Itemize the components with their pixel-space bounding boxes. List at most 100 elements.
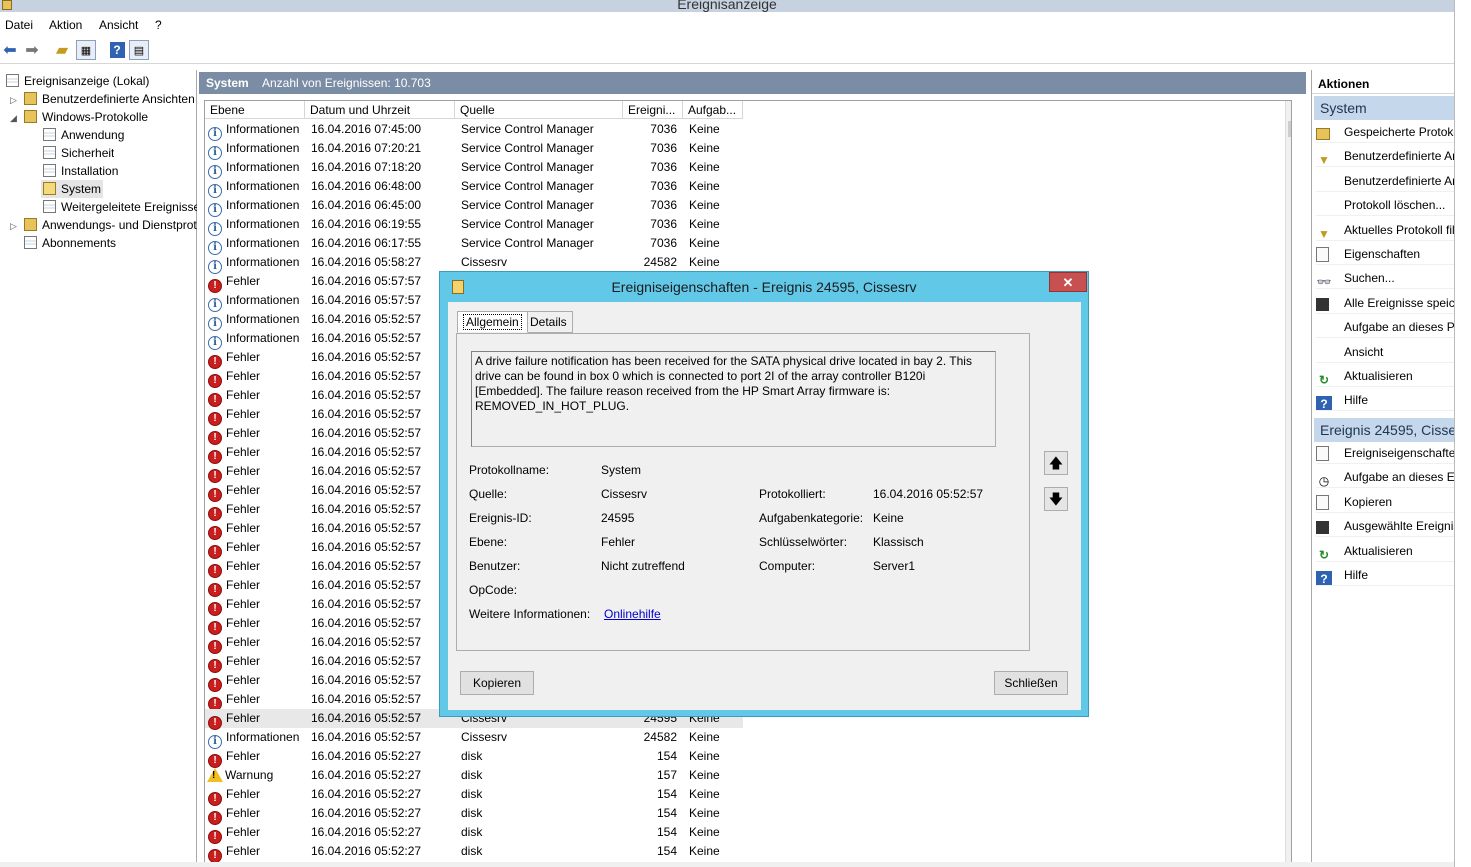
table-row[interactable]: i Informationen 16.04.2016 06:48:00 Service…: [205, 177, 743, 198]
level-text: Informationen: [226, 179, 300, 193]
vertical-scrollbar[interactable]: ▲: [1285, 101, 1291, 866]
column-header-source[interactable]: Quelle: [455, 101, 623, 119]
action-item[interactable]: Kopieren: [1316, 491, 1454, 513]
date-cell: 16.04.2016 05:57:57: [311, 274, 422, 288]
table-row[interactable]: ! Warnung 16.04.2016 05:52:27 disk 157 Keine: [205, 766, 743, 785]
tree-item-app-service-logs[interactable]: Anwendungs- und Dienstprotokolle: [24, 216, 197, 234]
table-row[interactable]: ! Fehler 16.04.2016 05:52:27 disk 154 Keine: [205, 804, 743, 825]
table-row[interactable]: ! Fehler 16.04.2016 05:52:27 disk 154 Keine: [205, 785, 743, 806]
online-help-link[interactable]: Onlinehilfe: [604, 607, 661, 621]
table-row[interactable]: i Informationen 16.04.2016 07:18:20 Service…: [205, 158, 743, 179]
level-cell: i Informationen: [205, 291, 305, 312]
action-item[interactable]: ? Hilfe: [1316, 389, 1454, 412]
level-cell: ! Fehler: [205, 747, 305, 768]
toolbar: ⬅ ➡ ▰ ▦ ? ▤: [0, 38, 1454, 64]
table-row[interactable]: i Informationen 16.04.2016 07:45:00 Service…: [205, 120, 743, 141]
level-cell: ! Fehler: [205, 424, 305, 445]
table-row[interactable]: i Informationen 16.04.2016 06:17:55 Service…: [205, 234, 743, 255]
column-header-date[interactable]: Datum und Uhrzeit: [305, 101, 455, 119]
action-item[interactable]: Gespeicherte Protokolle: [1316, 121, 1454, 143]
action-item[interactable]: Eigenschaften: [1316, 243, 1454, 265]
table-row[interactable]: i Informationen 16.04.2016 07:20:21 Service…: [205, 139, 743, 160]
dialog-title: Ereigniseigenschaften - Ereignis 24595, …: [611, 279, 917, 295]
tree-item-system[interactable]: System: [41, 180, 104, 198]
level-cell: ! Fehler: [205, 443, 305, 464]
table-row[interactable]: i Informationen 16.04.2016 05:58:27 Cissesr…: [205, 253, 743, 274]
tree-item-root[interactable]: Ereignisanzeige (Lokal): [6, 72, 149, 90]
level-cell: ! Fehler: [205, 633, 305, 654]
level-text: Fehler: [226, 369, 261, 383]
back-arrow-icon[interactable]: ⬅: [0, 40, 20, 60]
action-item[interactable]: ? Hilfe: [1316, 564, 1454, 586]
close-icon[interactable]: ✕: [1049, 272, 1087, 292]
folder-up-icon[interactable]: ▰: [52, 40, 72, 60]
tree-item-security[interactable]: Sicherheit: [43, 144, 114, 162]
column-header-task[interactable]: Aufgab...: [683, 101, 743, 119]
level-cell: ! Fehler: [205, 804, 305, 825]
table-row[interactable]: i Informationen 16.04.2016 05:52:57 Cissesr…: [205, 728, 743, 749]
logged-label: Protokolliert:: [759, 487, 826, 501]
tree-item-application[interactable]: Anwendung: [43, 126, 124, 144]
chevron-down-icon[interactable]: ◢: [10, 113, 17, 124]
tree-item-custom-views[interactable]: Benutzerdefinierte Ansichten: [24, 90, 197, 108]
menu-datei[interactable]: Datei: [5, 18, 33, 32]
forward-arrow-icon[interactable]: ➡: [22, 40, 42, 60]
previous-event-button[interactable]: 🡅: [1044, 451, 1068, 475]
action-item[interactable]: Ausgewählte Ereignisse: [1316, 515, 1454, 538]
action-item[interactable]: ↻ Aktualisieren: [1316, 540, 1454, 562]
tree-item-subscriptions[interactable]: Abonnements: [24, 234, 116, 252]
level-text: Fehler: [226, 787, 261, 801]
table-row[interactable]: ! Fehler 16.04.2016 05:52:27 disk 154 Keine: [205, 747, 743, 768]
date-cell: 16.04.2016 05:52:57: [311, 597, 422, 611]
close-button[interactable]: Schließen: [994, 671, 1068, 695]
panel-icon[interactable]: ▤: [129, 40, 149, 60]
window-edge: [1454, 0, 1471, 867]
action-item[interactable]: 👓 Suchen...: [1316, 267, 1454, 290]
action-item[interactable]: Protokoll löschen...: [1316, 194, 1454, 217]
date-cell: 16.04.2016 05:52:57: [311, 559, 422, 573]
menu-ansicht[interactable]: Ansicht: [99, 18, 138, 32]
action-item[interactable]: Aufgabe an dieses Protokoll: [1316, 316, 1454, 339]
menu-help[interactable]: ?: [155, 18, 162, 32]
level-text: Fehler: [226, 825, 261, 839]
help-icon[interactable]: ?: [107, 40, 127, 60]
column-header-level[interactable]: Ebene: [205, 101, 305, 119]
chevron-right-icon[interactable]: ▷: [10, 221, 17, 232]
action-item[interactable]: ▼ Aktuelles Protokoll filtern: [1316, 219, 1454, 241]
properties-icon[interactable]: ▦: [76, 40, 96, 60]
level-text: Fehler: [226, 673, 261, 687]
action-item[interactable]: Benutzerdefinierte Ansicht: [1316, 170, 1454, 192]
column-header-event-id[interactable]: Ereigni...: [623, 101, 683, 119]
scroll-thumb[interactable]: [1288, 121, 1291, 137]
tree-item-label: Benutzerdefinierte Ansichten: [42, 92, 195, 106]
level-text: Fehler: [226, 407, 261, 421]
action-item[interactable]: ↻ Aktualisieren: [1316, 365, 1454, 387]
action-item[interactable]: ◷ Aufgabe an dieses Ereignis: [1316, 466, 1454, 489]
actions-section-event[interactable]: Ereignis 24595, Cissesrv: [1314, 418, 1454, 442]
table-row[interactable]: ! Fehler 16.04.2016 05:52:27 disk 154 Keine: [205, 842, 743, 863]
tab-general[interactable]: Allgemein: [457, 311, 528, 333]
tree-item-setup[interactable]: Installation: [43, 162, 118, 180]
next-event-button[interactable]: 🡇: [1044, 487, 1068, 511]
source-cell: disk: [461, 768, 483, 782]
action-item[interactable]: ▼ Benutzerdefinierte Ansicht: [1316, 145, 1454, 168]
table-row[interactable]: ! Fehler 16.04.2016 05:52:27 disk 154 Keine: [205, 823, 743, 844]
action-item[interactable]: Ereigniseigenschaften: [1316, 442, 1454, 464]
table-row[interactable]: i Informationen 16.04.2016 06:45:00 Service…: [205, 196, 743, 217]
tab-details[interactable]: Details: [524, 311, 573, 333]
event-description[interactable]: A drive failure notification has been re…: [471, 351, 996, 447]
task-cell: Keine: [689, 122, 720, 136]
chevron-right-icon[interactable]: ▷: [10, 95, 17, 106]
scroll-up-icon[interactable]: ▲: [1286, 101, 1291, 117]
menu-aktion[interactable]: Aktion: [49, 18, 82, 32]
action-item[interactable]: Alle Ereignisse speichern: [1316, 292, 1454, 314]
task-cell: Keine: [689, 730, 720, 744]
tree-item-forwarded[interactable]: Weitergeleitete Ereignisse: [43, 198, 197, 216]
actions-section-system[interactable]: System: [1314, 96, 1454, 120]
tree-item-windows-logs[interactable]: Windows-Protokolle: [24, 108, 148, 126]
copy-button[interactable]: Kopieren: [460, 671, 534, 695]
table-row[interactable]: i Informationen 16.04.2016 06:19:55 Service…: [205, 215, 743, 236]
action-item[interactable]: Ansicht: [1316, 341, 1454, 363]
level-text: Fehler: [226, 274, 261, 288]
event-id-cell: 154: [656, 825, 677, 839]
